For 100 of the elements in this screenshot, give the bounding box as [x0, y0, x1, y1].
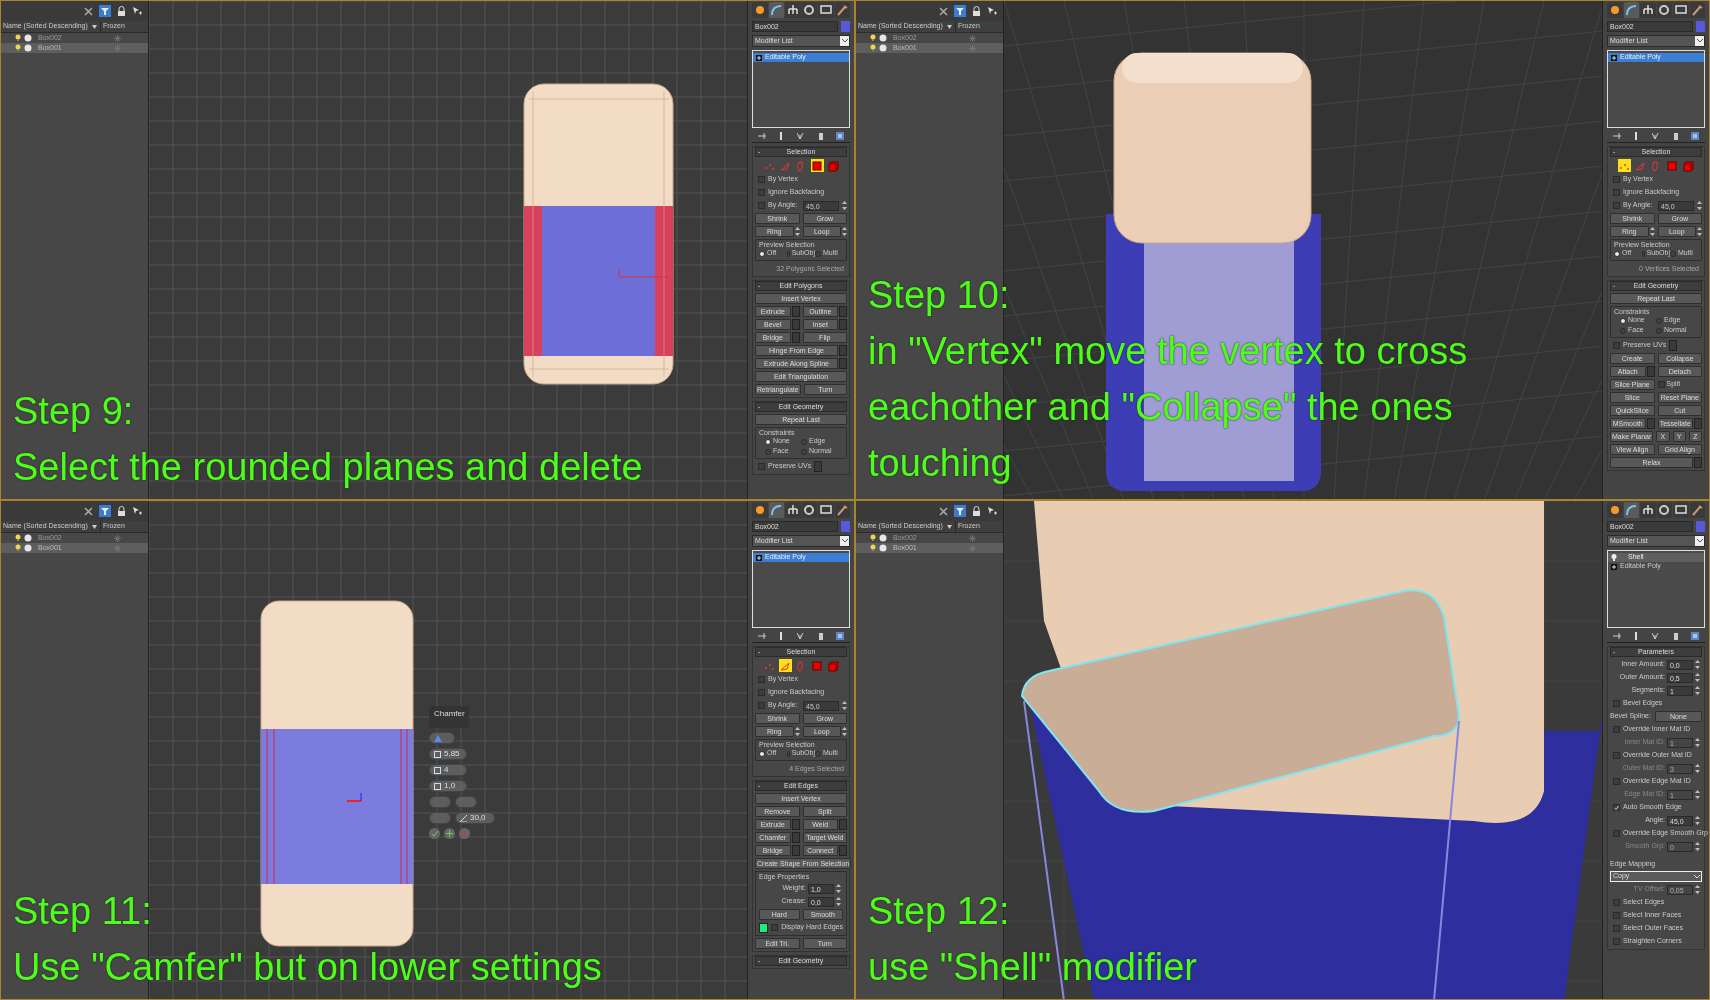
settings-button[interactable] [1669, 340, 1678, 351]
checkbox[interactable] [1613, 202, 1620, 209]
toggle-field[interactable] [429, 812, 451, 824]
panel-tab[interactable] [752, 502, 768, 518]
checkbox[interactable] [758, 676, 765, 683]
panel-tab[interactable] [1673, 502, 1689, 518]
polygon-level-button[interactable] [810, 159, 824, 172]
lock-icon[interactable] [117, 6, 126, 16]
checkbox[interactable] [1657, 381, 1665, 388]
checkbox[interactable] [758, 189, 765, 196]
object-color-swatch[interactable] [1696, 521, 1705, 532]
panel-tab[interactable] [768, 2, 784, 18]
settings-button[interactable] [1646, 418, 1655, 429]
settings-button[interactable] [1646, 366, 1655, 377]
panel-tab[interactable] [1607, 502, 1623, 518]
radio-button[interactable] [801, 448, 807, 455]
type-dropdown[interactable] [429, 732, 455, 744]
object-color-swatch[interactable] [1696, 21, 1705, 32]
checkbox[interactable] [1613, 726, 1620, 733]
checkbox[interactable] [1613, 752, 1620, 759]
element-level-button[interactable] [826, 659, 840, 672]
radio-button[interactable] [759, 250, 765, 257]
radio-button[interactable] [815, 750, 821, 757]
lock-icon[interactable] [117, 506, 126, 516]
remove-modifier-icon[interactable] [816, 631, 825, 640]
make-unique-icon[interactable] [797, 131, 805, 140]
radio-button[interactable] [1656, 317, 1662, 324]
remove-modifier-icon[interactable] [1671, 631, 1680, 640]
panel-tab[interactable] [1607, 2, 1623, 18]
color-swatch[interactable] [759, 922, 769, 933]
checkbox[interactable] [771, 924, 779, 931]
vertex-level-button[interactable] [1617, 159, 1631, 172]
panel-tab[interactable] [1623, 502, 1639, 518]
panel-tab[interactable] [1640, 502, 1656, 518]
pointer-icon[interactable] [987, 506, 997, 516]
panel-tab[interactable] [752, 2, 768, 18]
radio-button[interactable] [1656, 327, 1662, 334]
checkbox[interactable] [758, 689, 765, 696]
pointer-icon[interactable] [987, 6, 997, 16]
checkbox[interactable] [1613, 342, 1620, 349]
panel-tab[interactable] [1656, 2, 1672, 18]
object-color-swatch[interactable] [841, 21, 850, 32]
checkbox[interactable] [1613, 700, 1620, 707]
angle-field[interactable]: 30,0 [455, 812, 495, 824]
checkbox[interactable] [1613, 899, 1620, 906]
checkbox[interactable] [758, 702, 765, 709]
panel-tab[interactable] [801, 2, 817, 18]
settings-button[interactable] [791, 332, 800, 343]
remove-modifier-icon[interactable] [1671, 131, 1680, 140]
checkbox[interactable] [1613, 938, 1620, 945]
filter-icon[interactable] [954, 5, 966, 17]
edge-level-button[interactable] [778, 659, 792, 672]
filter-icon[interactable] [99, 505, 111, 517]
configure-icon[interactable] [1691, 131, 1700, 140]
configure-icon[interactable] [836, 631, 845, 640]
object-color-swatch[interactable] [841, 521, 850, 532]
checkbox[interactable] [758, 176, 765, 183]
lock-icon[interactable] [972, 506, 981, 516]
radio-button[interactable] [1620, 327, 1626, 334]
panel-tab[interactable] [1656, 502, 1672, 518]
settings-button[interactable] [791, 319, 800, 330]
pointer-icon[interactable] [132, 6, 142, 16]
settings-button[interactable] [791, 832, 800, 843]
panel-tab[interactable] [768, 502, 784, 518]
settings-button[interactable] [791, 845, 800, 856]
radio-button[interactable] [765, 438, 771, 445]
panel-tab[interactable] [1689, 502, 1705, 518]
pointer-icon[interactable] [132, 506, 142, 516]
checkbox[interactable] [1613, 925, 1620, 932]
panel-tab[interactable] [1623, 2, 1639, 18]
lock-icon[interactable] [972, 6, 981, 16]
make-unique-icon[interactable] [1652, 131, 1660, 140]
settings-button[interactable] [791, 819, 800, 830]
settings-button[interactable] [814, 461, 823, 472]
panel-tab[interactable] [785, 2, 801, 18]
configure-icon[interactable] [1691, 631, 1700, 640]
configure-icon[interactable] [836, 131, 845, 140]
value-field[interactable]: 1,0 [429, 780, 467, 792]
checkbox[interactable] [1613, 189, 1620, 196]
checkbox[interactable] [1613, 778, 1620, 785]
settings-button[interactable] [791, 306, 800, 317]
panel-tab[interactable] [785, 502, 801, 518]
panel-tab[interactable] [834, 2, 850, 18]
pin-icon[interactable] [1612, 631, 1621, 640]
value-field[interactable]: 5,85 [429, 748, 467, 760]
pin-icon[interactable] [757, 131, 766, 140]
element-level-button[interactable] [1681, 159, 1695, 172]
panel-tab[interactable] [818, 2, 834, 18]
radio-button[interactable] [801, 438, 807, 445]
radio-button[interactable] [765, 448, 771, 455]
checkbox[interactable] [1613, 830, 1620, 837]
checkbox[interactable] [1613, 176, 1620, 183]
panel-tab[interactable] [801, 502, 817, 518]
checkbox[interactable] [758, 202, 765, 209]
panel-tab[interactable] [1689, 2, 1705, 18]
make-unique-icon[interactable] [1652, 631, 1660, 640]
pin-icon[interactable] [757, 631, 766, 640]
toggle-field[interactable] [455, 796, 477, 808]
radio-button[interactable] [815, 250, 821, 257]
filter-icon[interactable] [954, 505, 966, 517]
